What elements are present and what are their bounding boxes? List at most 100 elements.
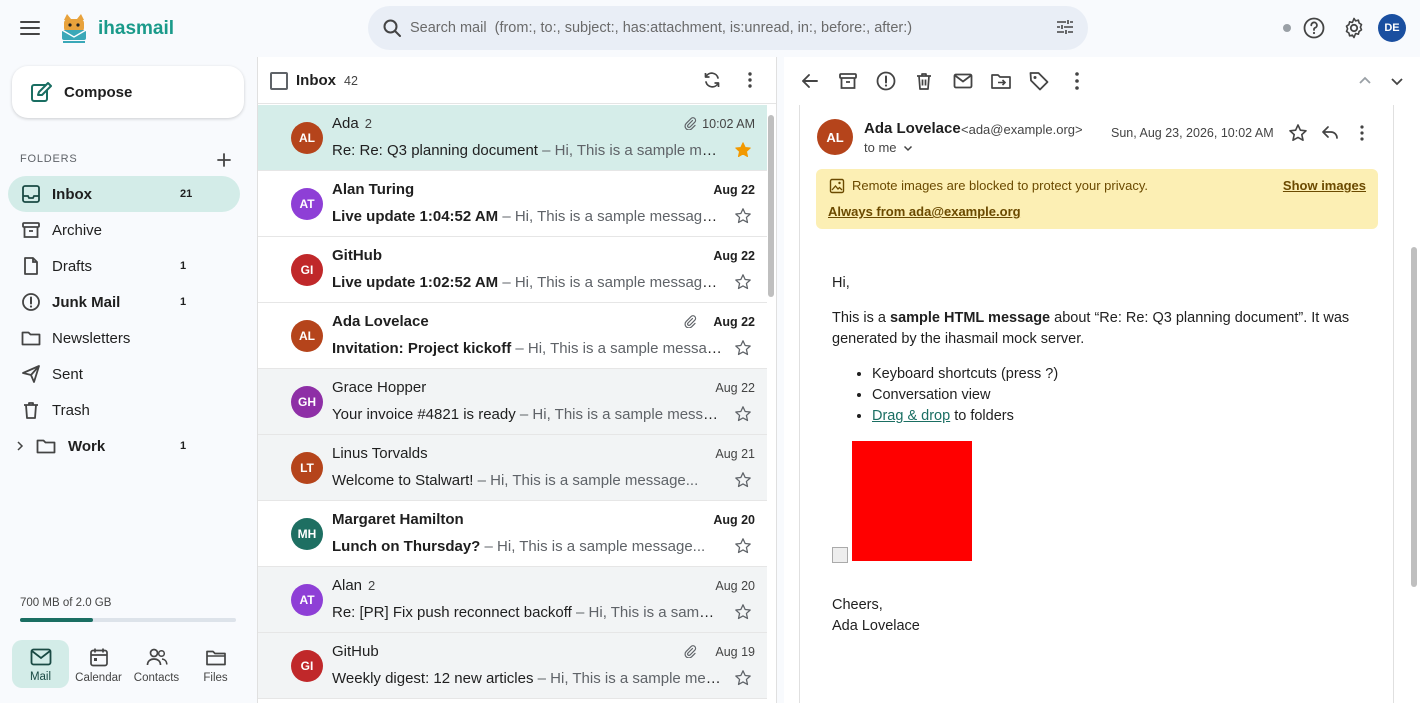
message-row[interactable]: GH Grace Hopper Aug 22 Your invoice #4821 i…: [258, 369, 767, 435]
text-run: to folders: [950, 408, 1014, 424]
star-icon[interactable]: [734, 141, 752, 159]
storage-usage-text: 700 MB of 2.0 GB: [20, 597, 112, 609]
star-icon[interactable]: [734, 669, 752, 687]
sender-name: Ada Lovelace: [332, 313, 429, 330]
message-row[interactable]: AT Alan 2 Aug 20 Re: [PR] Fix push reconnect…: [258, 567, 767, 633]
top-bar: ihasmail DE: [0, 0, 1420, 57]
message-snippet: – Hi, This is a sample mes...: [542, 142, 722, 159]
message-row[interactable]: LT Linus Torvalds Aug 21 Welcome to Stalwar…: [258, 435, 767, 501]
folder-name: Junk Mail: [52, 293, 121, 311]
star-icon[interactable]: [734, 537, 752, 555]
app-nav-contacts[interactable]: Contacts: [128, 640, 185, 688]
star-icon[interactable]: [734, 207, 752, 225]
list-title: Inbox: [296, 72, 336, 89]
app-nav-mail[interactable]: Mail: [12, 640, 69, 688]
message-snippet: – Hi, This is a sample message...: [484, 538, 706, 555]
message-subject: Weekly digest: 12 new articles – Hi, Thi…: [332, 670, 722, 687]
message-subject: Re: Re: Q3 planning document – Hi, This …: [332, 142, 722, 159]
star-icon[interactable]: [734, 339, 752, 357]
star-icon[interactable]: [1288, 123, 1308, 143]
chevron-down-icon: [901, 141, 915, 155]
chevron-right-icon[interactable]: [14, 440, 26, 452]
message-row[interactable]: AT Alan Turing Aug 22 Live update 1:04:52 A…: [258, 171, 767, 237]
app-nav-files[interactable]: Files: [187, 640, 244, 688]
folder-trash[interactable]: Trash: [8, 392, 240, 428]
archive-icon[interactable]: [836, 69, 860, 93]
search-options-icon[interactable]: [1056, 18, 1074, 36]
search-input[interactable]: [410, 6, 1040, 50]
unread-count: 1: [180, 440, 187, 452]
user-avatar[interactable]: DE: [1378, 14, 1406, 42]
always-show-images-link[interactable]: Always from ada@example.org: [828, 204, 1021, 219]
menu-icon[interactable]: [12, 10, 48, 46]
add-folder-icon[interactable]: [214, 150, 234, 170]
label-tag-icon[interactable]: [1027, 69, 1051, 93]
star-icon[interactable]: [734, 273, 752, 291]
folder-sent[interactable]: Sent: [8, 356, 240, 392]
search-icon[interactable]: [382, 18, 402, 38]
reply-icon[interactable]: [1320, 123, 1340, 143]
delete-trash-icon[interactable]: [912, 69, 936, 93]
sender-email: <ada@example.org>: [961, 122, 1083, 137]
folder-junk-mail[interactable]: Junk Mail 1: [8, 284, 240, 320]
mark-unread-mail-icon[interactable]: [951, 69, 975, 93]
folder-drafts[interactable]: Drafts 1: [8, 248, 240, 284]
message-row[interactable]: MH Margaret Hamilton Aug 20 Lunch on Thursd…: [258, 501, 767, 567]
more-vert-icon[interactable]: [740, 70, 760, 90]
recipients-toggle[interactable]: to me: [864, 140, 915, 155]
message-row[interactable]: AL Ada Lovelace Aug 22 Invitation: Project …: [258, 303, 767, 369]
more-vert-icon[interactable]: [1065, 69, 1089, 93]
app-nav-calendar[interactable]: Calendar: [70, 640, 127, 688]
message-subject: Live update 1:02:52 AM – Hi, This is a s…: [332, 274, 722, 291]
sender-avatar: LT: [291, 452, 323, 484]
reader-scrollbar[interactable]: [1411, 247, 1417, 587]
select-all-checkbox[interactable]: [270, 72, 288, 90]
remote-images-banner: Remote images are blocked to protect you…: [816, 169, 1378, 229]
app-logo[interactable]: [58, 12, 90, 44]
body-paragraph: This is a sample HTML message about “Re:…: [832, 308, 1352, 350]
folder-work[interactable]: Work 1: [8, 428, 240, 464]
sender-name[interactable]: Ada Lovelace: [864, 120, 961, 137]
refresh-icon[interactable]: [702, 70, 722, 90]
message-date: Aug 19: [715, 645, 755, 659]
message-subject: Invitation: Project kickoff – Hi, This i…: [332, 340, 722, 357]
star-icon[interactable]: [734, 603, 752, 621]
folder-inbox[interactable]: Inbox 21: [8, 176, 240, 212]
folder-name: Inbox: [52, 185, 92, 203]
chevron-up-icon[interactable]: [1353, 69, 1377, 93]
list-item: Keyboard shortcuts (press ?): [872, 364, 1352, 385]
list-item: Drag & drop to folders: [872, 406, 1352, 427]
message-snippet: – Hi, This is a sample message...: [477, 472, 699, 489]
settings-gear-icon[interactable]: [1342, 16, 1366, 40]
bold-text: sample HTML message: [890, 310, 1051, 326]
report-spam-icon[interactable]: [874, 69, 898, 93]
message-row[interactable]: AL Ada 2 10:02 AM Re: Re: Q3 planning docume…: [258, 105, 767, 171]
chevron-down-icon[interactable]: [1385, 69, 1409, 93]
drag-drop-link[interactable]: Drag & drop: [872, 408, 950, 424]
archive-icon: [20, 219, 42, 241]
star-icon[interactable]: [734, 405, 752, 423]
compose-button[interactable]: Compose: [12, 66, 244, 118]
folder-name: Work: [68, 437, 106, 455]
star-icon[interactable]: [734, 471, 752, 489]
folder-archive[interactable]: Archive: [8, 212, 240, 248]
more-vert-icon[interactable]: [1352, 123, 1372, 143]
folder-name: Archive: [52, 221, 103, 239]
show-images-link[interactable]: Show images: [1283, 178, 1366, 193]
text-run: This is a: [832, 310, 891, 326]
help-icon[interactable]: [1302, 16, 1326, 40]
message-subject: Lunch on Thursday? – Hi, This is a sampl…: [332, 538, 706, 555]
list-item: Conversation view: [872, 385, 1352, 406]
sender-name: Alan 2: [332, 577, 376, 594]
message-date: Aug 22: [713, 183, 755, 197]
sender-avatar: GI: [291, 254, 323, 286]
app-name: ihasmail: [98, 18, 175, 39]
move-to-folder-icon[interactable]: [989, 69, 1013, 93]
message-row[interactable]: GI GitHub Aug 19 Weekly digest: 12 new arti…: [258, 633, 767, 699]
folder-name: Sent: [52, 365, 83, 383]
trash-icon: [20, 399, 42, 421]
folder-newsletters[interactable]: Newsletters: [8, 320, 240, 356]
message-row[interactable]: GI GitHub Aug 22 Live update 1:02:52 AM – H…: [258, 237, 767, 303]
list-scrollbar[interactable]: [768, 115, 774, 297]
back-arrow-icon[interactable]: [798, 69, 822, 93]
